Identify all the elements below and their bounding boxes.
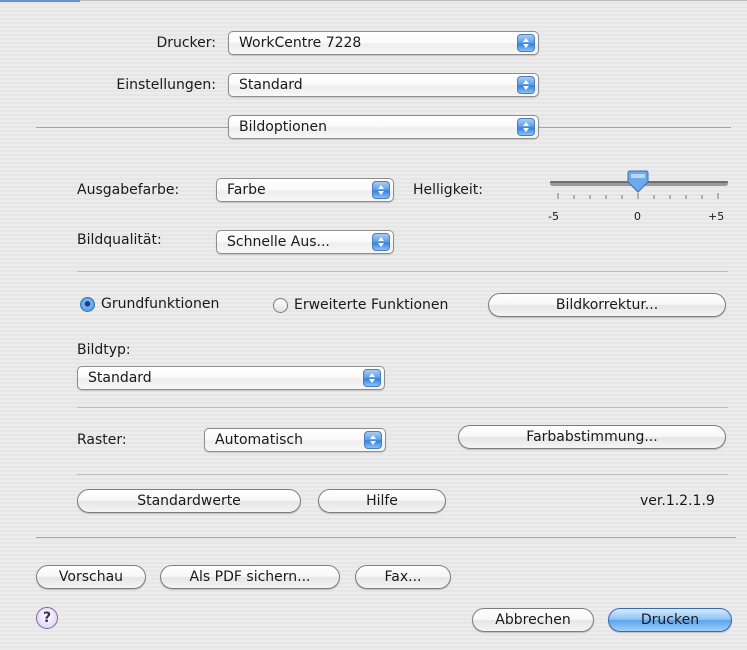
image-quality-value: Schnelle Aus... xyxy=(227,234,330,250)
image-quality-popup[interactable]: Schnelle Aus... xyxy=(216,230,394,254)
preview-button[interactable]: Vorschau xyxy=(36,565,146,589)
screen-value: Automatisch xyxy=(215,432,303,448)
brightness-mid-label: 0 xyxy=(634,210,641,223)
image-type-popup[interactable]: Standard xyxy=(77,366,385,390)
popup-arrows-icon xyxy=(363,369,381,387)
screen-popup[interactable]: Automatisch xyxy=(204,428,386,452)
panel-divider-right xyxy=(539,127,731,128)
brightness-slider-track xyxy=(550,170,728,199)
popup-arrows-icon xyxy=(364,431,382,449)
printer-value: WorkCentre 7228 xyxy=(239,35,362,51)
output-color-value: Farbe xyxy=(227,182,266,198)
advanced-mode-radio[interactable] xyxy=(273,298,288,313)
presets-value: Standard xyxy=(239,77,303,93)
image-quality-label: Bildqualität: xyxy=(77,232,162,248)
color-matching-button[interactable]: Farbabstimmung... xyxy=(458,425,726,449)
brightness-max-label: +5 xyxy=(708,210,725,223)
image-type-value: Standard xyxy=(88,370,152,386)
help-question-icon[interactable]: ? xyxy=(36,607,58,629)
save-as-pdf-button[interactable]: Als PDF sichern... xyxy=(160,565,340,589)
footer-divider xyxy=(36,537,736,538)
window-top-accent xyxy=(0,0,80,2)
output-color-label: Ausgabefarbe: xyxy=(77,182,180,198)
brightness-min-label: -5 xyxy=(548,210,559,223)
fax-button[interactable]: Fax... xyxy=(355,565,451,589)
brightness-label: Helligkeit: xyxy=(413,182,484,198)
popup-arrows-icon xyxy=(517,34,535,52)
popup-arrows-icon xyxy=(372,233,390,251)
help-button[interactable]: Hilfe xyxy=(318,489,446,513)
popup-arrows-icon xyxy=(517,118,535,136)
basic-mode-radio[interactable] xyxy=(80,297,95,312)
print-button[interactable]: Drucken xyxy=(608,608,732,632)
popup-arrows-icon xyxy=(517,76,535,94)
section-divider xyxy=(77,271,728,272)
printer-label: Drucker: xyxy=(156,35,216,51)
basic-mode-label[interactable]: Grundfunktionen xyxy=(101,295,219,313)
advanced-mode-label[interactable]: Erweiterte Funktionen xyxy=(294,296,448,314)
printer-popup[interactable]: WorkCentre 7228 xyxy=(228,31,539,55)
section-divider xyxy=(77,474,728,475)
panel-popup[interactable]: Bildoptionen xyxy=(228,115,539,139)
version-text: ver.1.2.1.9 xyxy=(640,493,715,509)
panel-divider-left xyxy=(36,127,228,128)
popup-arrows-icon xyxy=(372,181,390,199)
image-type-label: Bildtyp: xyxy=(77,342,131,358)
screen-label: Raster: xyxy=(77,432,127,448)
brightness-slider[interactable]: -5 0 +5 xyxy=(548,168,730,228)
presets-label: Einstellungen: xyxy=(116,77,216,93)
output-color-popup[interactable]: Farbe xyxy=(216,178,394,202)
section-divider xyxy=(77,407,728,408)
panel-value: Bildoptionen xyxy=(239,119,328,135)
window-top-border xyxy=(0,0,747,1)
defaults-button[interactable]: Standardwerte xyxy=(77,489,301,513)
image-correction-button[interactable]: Bildkorrektur... xyxy=(488,293,726,317)
presets-popup[interactable]: Standard xyxy=(228,73,539,97)
cancel-button[interactable]: Abbrechen xyxy=(472,608,594,632)
